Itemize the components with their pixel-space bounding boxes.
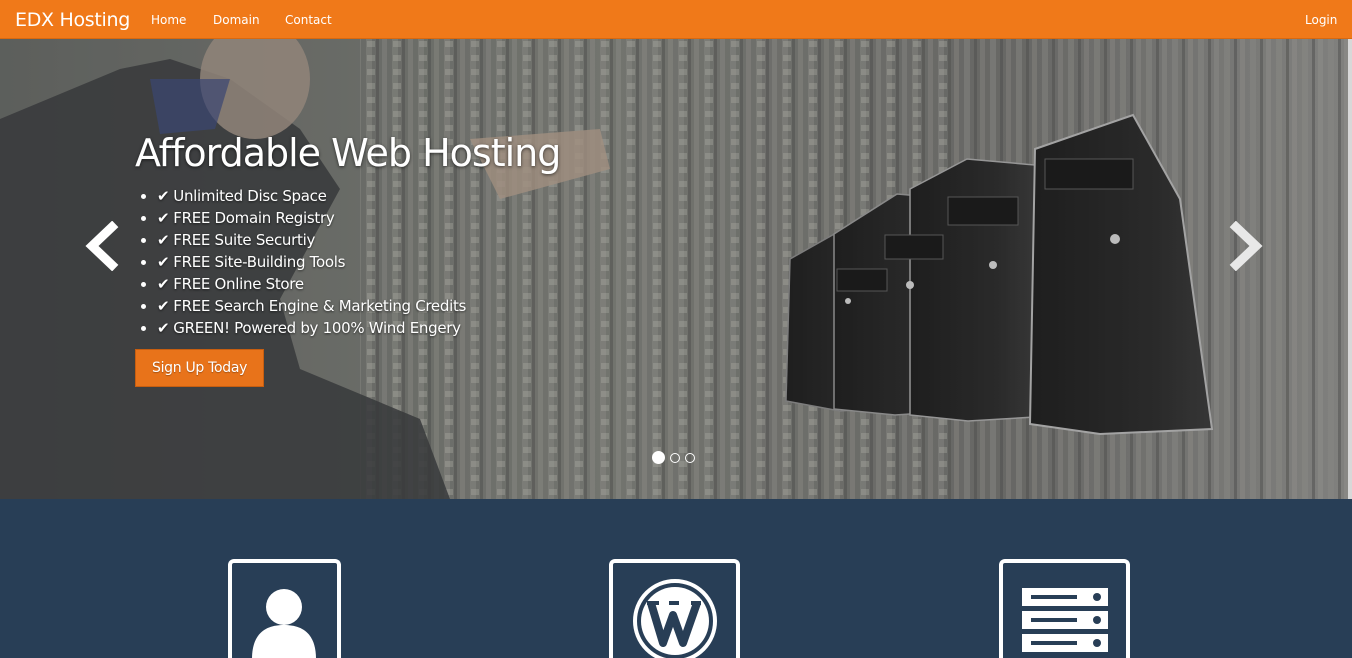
list-item: ✔GREEN! Powered by 100% Wind Engery — [157, 317, 560, 339]
carousel-indicator-1[interactable] — [652, 451, 665, 464]
list-item: ✔Unlimited Disc Space — [157, 185, 560, 207]
navbar: EDX Hosting Home Domain Contact Login — [0, 0, 1352, 39]
list-item: ✔FREE Domain Registry — [157, 207, 560, 229]
list-item: ✔FREE Online Store — [157, 273, 560, 295]
scrollbar[interactable] — [1348, 39, 1352, 499]
feature-box-server[interactable] — [999, 559, 1130, 658]
chevron-left-icon — [85, 220, 119, 272]
carousel-indicator-3[interactable] — [685, 453, 695, 463]
check-icon: ✔ — [157, 209, 170, 227]
brand-logo[interactable]: EDX Hosting — [15, 9, 130, 31]
check-icon: ✔ — [157, 275, 170, 293]
wordpress-icon — [633, 579, 717, 658]
check-icon: ✔ — [157, 231, 170, 249]
carousel-indicator-2[interactable] — [670, 453, 680, 463]
nav-login[interactable]: Login — [1305, 13, 1337, 27]
check-icon: ✔ — [157, 297, 170, 315]
nav-home[interactable]: Home — [151, 13, 186, 27]
server-icon — [1022, 588, 1108, 652]
nav-contact[interactable]: Contact — [285, 13, 332, 27]
features-section — [0, 499, 1352, 658]
check-icon: ✔ — [157, 187, 170, 205]
hero-caption: Affordable Web Hosting ✔Unlimited Disc S… — [135, 131, 561, 387]
hero-title: Affordable Web Hosting — [135, 131, 561, 175]
signup-button[interactable]: Sign Up Today — [135, 349, 265, 387]
feature-box-wordpress[interactable] — [609, 559, 740, 658]
check-icon: ✔ — [157, 319, 170, 337]
carousel-next-button[interactable] — [1226, 220, 1266, 272]
chevron-right-icon — [1229, 220, 1263, 272]
check-icon: ✔ — [157, 253, 170, 271]
feature-list: ✔Unlimited Disc Space ✔FREE Domain Regis… — [157, 185, 560, 339]
list-item: ✔FREE Site-Building Tools — [157, 251, 560, 273]
nav-domain[interactable]: Domain — [213, 13, 260, 27]
hero-carousel: Affordable Web Hosting ✔Unlimited Disc S… — [0, 39, 1352, 499]
user-icon — [252, 589, 316, 658]
feature-box-account[interactable] — [228, 559, 341, 658]
list-item: ✔FREE Suite Securtiy — [157, 229, 560, 251]
carousel-prev-button[interactable] — [82, 220, 122, 272]
list-item: ✔FREE Search Engine & Marketing Credits — [157, 295, 560, 317]
